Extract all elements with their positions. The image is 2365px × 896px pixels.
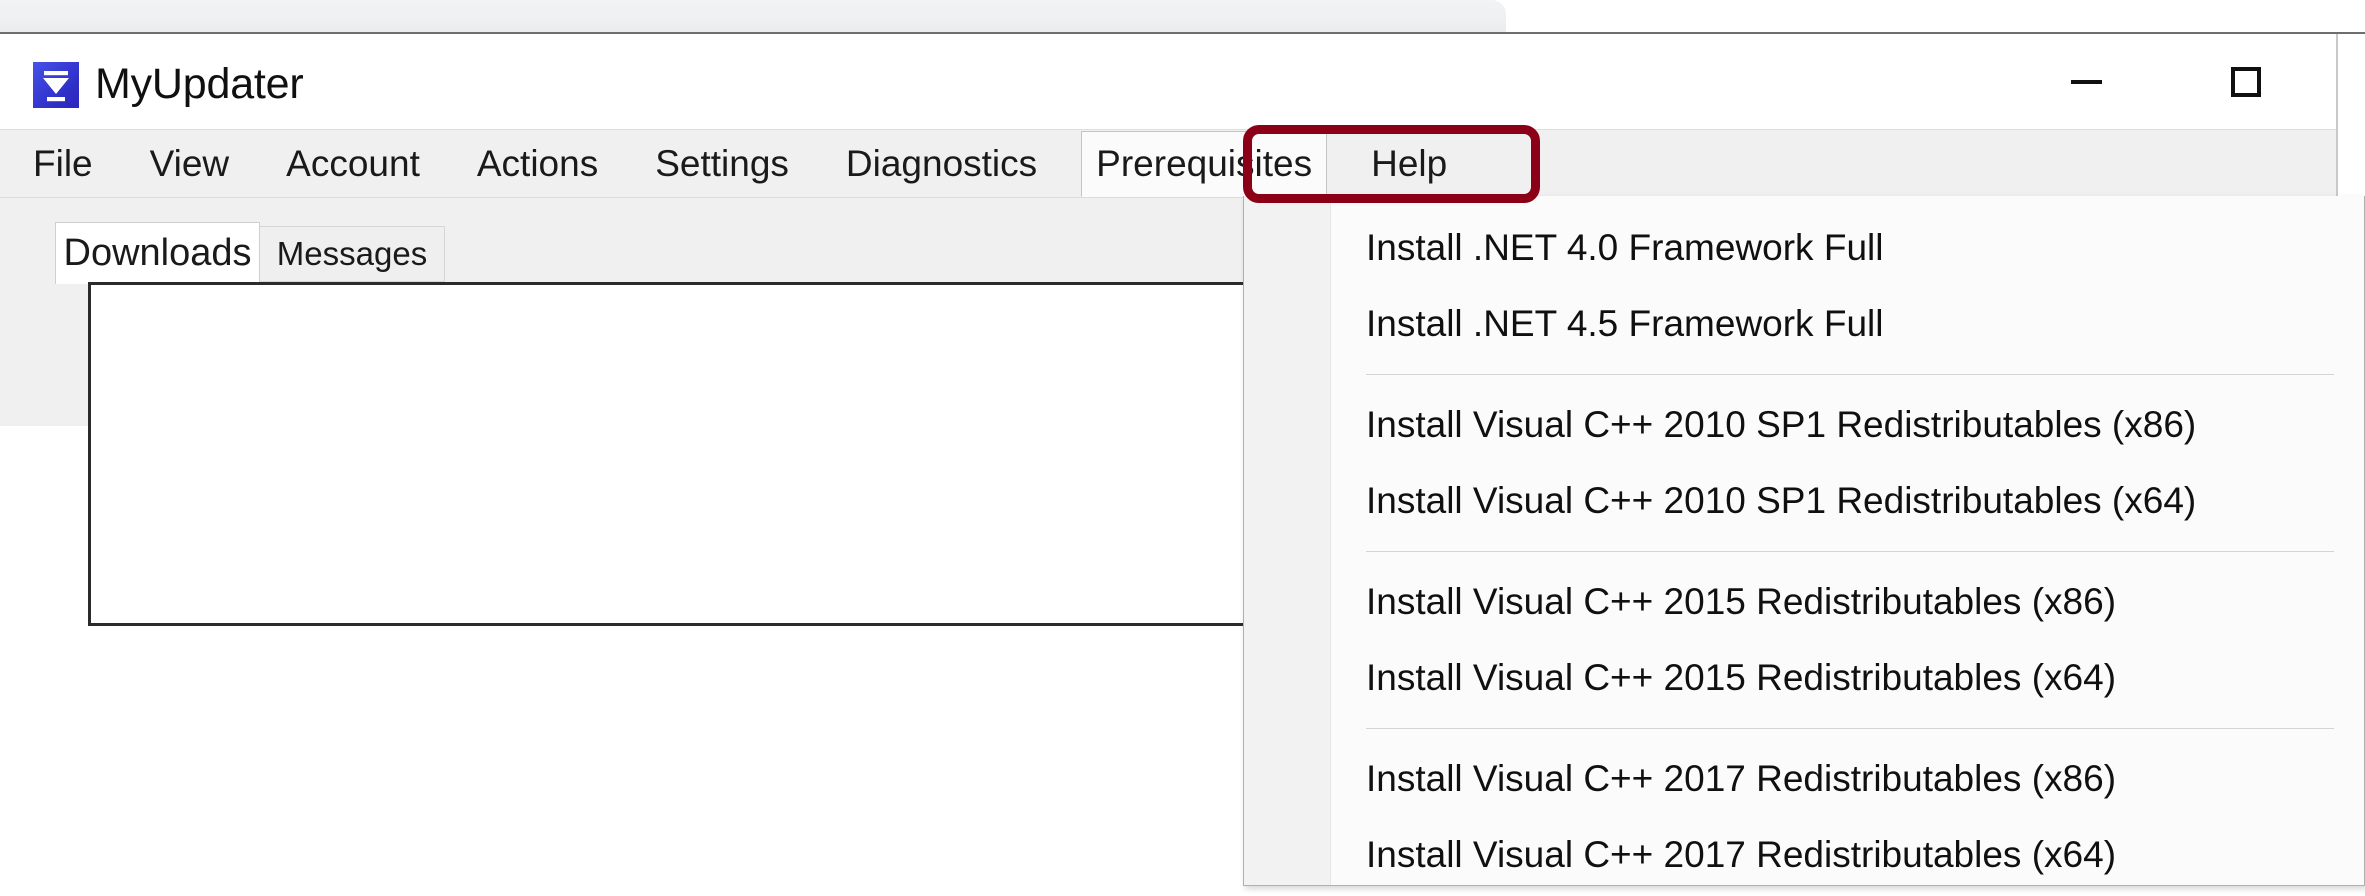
menu-item-help[interactable]: Help	[1371, 130, 1447, 198]
menu-item-diagnostics[interactable]: Diagnostics	[846, 130, 1037, 198]
menu-item-file[interactable]: File	[33, 130, 93, 198]
window-title: MyUpdater	[95, 60, 304, 108]
menu-separator	[1366, 374, 2334, 375]
menu-option-install-net-45[interactable]: Install .NET 4.5 Framework Full	[1244, 286, 2364, 362]
menu-option-vcpp-2015-x64[interactable]: Install Visual C++ 2015 Redistributables…	[1244, 640, 2364, 716]
menu-item-actions[interactable]: Actions	[477, 130, 598, 198]
menu-option-vcpp-2017-x86[interactable]: Install Visual C++ 2017 Redistributables…	[1244, 741, 2364, 817]
menu-option-vcpp-2017-x64[interactable]: Install Visual C++ 2017 Redistributables…	[1244, 817, 2364, 885]
title-bar: MyUpdater	[0, 34, 2336, 130]
tab-downloads[interactable]: Downloads	[55, 222, 260, 284]
dropdown-item-list: Install .NET 4.0 Framework Full Install …	[1244, 196, 2364, 885]
tab-messages[interactable]: Messages	[260, 226, 445, 282]
menu-separator	[1366, 551, 2334, 552]
menu-item-view[interactable]: View	[150, 130, 230, 198]
tab-messages-label: Messages	[276, 235, 428, 272]
menu-separator	[1366, 728, 2334, 729]
maximize-icon	[2231, 67, 2261, 97]
tab-downloads-label: Downloads	[63, 232, 252, 274]
menu-option-vcpp-2010-sp1-x86[interactable]: Install Visual C++ 2010 SP1 Redistributa…	[1244, 387, 2364, 463]
download-app-icon	[33, 62, 79, 108]
menu-option-install-net-40[interactable]: Install .NET 4.0 Framework Full	[1244, 210, 2364, 286]
menu-item-settings[interactable]: Settings	[655, 130, 789, 198]
background-window-strip	[0, 0, 1506, 34]
menu-option-vcpp-2010-sp1-x64[interactable]: Install Visual C++ 2010 SP1 Redistributa…	[1244, 463, 2364, 539]
menu-option-vcpp-2015-x86[interactable]: Install Visual C++ 2015 Redistributables…	[1244, 564, 2364, 640]
menu-item-prerequisites[interactable]: Prerequisites	[1081, 131, 1328, 197]
menu-item-account[interactable]: Account	[286, 130, 420, 198]
maximize-button[interactable]	[2191, 34, 2301, 130]
minimize-button[interactable]	[2031, 34, 2141, 130]
menu-bar: File View Account Actions Settings Diagn…	[0, 130, 2336, 198]
prerequisites-dropdown-menu: Install .NET 4.0 Framework Full Install …	[1243, 196, 2365, 886]
minimize-icon	[2070, 80, 2102, 84]
